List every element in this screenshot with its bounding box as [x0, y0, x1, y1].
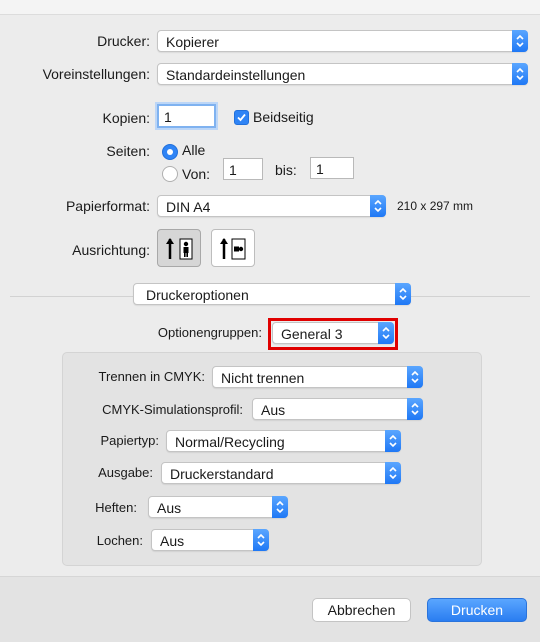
print-button[interactable]: Drucken — [427, 598, 527, 622]
paper-popup[interactable]: DIN A4 — [157, 195, 386, 217]
paper-value: DIN A4 — [166, 199, 211, 215]
duplex-checkbox[interactable] — [234, 110, 249, 125]
landscape-orientation-button[interactable] — [211, 229, 255, 267]
chevron-updown-icon — [512, 30, 528, 52]
option-popup-heften[interactable]: Aus — [148, 496, 288, 518]
option-label-lochen: Lochen: — [96, 533, 143, 548]
option-label-heften: Heften: — [95, 500, 137, 515]
paper-size-text: 210 x 297 mm — [397, 199, 474, 213]
highlight-frame — [268, 318, 398, 350]
option-label-ausgabe: Ausgabe: — [98, 465, 153, 480]
section-popup[interactable]: Druckeroptionen — [133, 283, 411, 305]
duplex-label: Beidseitig — [253, 109, 314, 125]
option-popup-lochen[interactable]: Aus — [151, 529, 269, 551]
copies-input[interactable]: 1 — [157, 104, 216, 128]
chevron-updown-icon — [385, 430, 401, 452]
pages-label: Seiten: — [106, 143, 150, 159]
printer-label: Drucker: — [97, 33, 150, 49]
pages-from-value: 1 — [229, 162, 237, 178]
pages-to-label: bis: — [275, 162, 297, 178]
cancel-button[interactable]: Abbrechen — [312, 598, 411, 622]
option-label-papiertyp: Papiertyp: — [100, 433, 159, 448]
option-value-papiertyp: Normal/Recycling — [175, 434, 285, 450]
landscape-orientation-icon — [220, 238, 246, 260]
presets-value: Standardeinstellungen — [166, 67, 306, 83]
dialog-top-edge — [0, 0, 540, 15]
option-label-trennen: Trennen in CMYK: — [98, 369, 205, 384]
pages-from-label: Von: — [182, 166, 211, 182]
pages-all-label: Alle — [182, 142, 206, 158]
option-groups-label: Optionengruppen: — [157, 325, 262, 340]
option-popup-papiertyp[interactable]: Normal/Recycling — [166, 430, 401, 452]
pages-from-input[interactable]: 1 — [223, 158, 263, 180]
chevron-updown-icon — [395, 283, 411, 305]
chevron-updown-icon — [272, 496, 288, 518]
portrait-orientation-icon — [166, 238, 193, 260]
option-popup-ausgabe[interactable]: Druckerstandard — [161, 462, 401, 484]
option-label-cmyk-profile: CMYK-Simulationsprofil: — [102, 402, 243, 417]
paper-label: Papierformat: — [65, 198, 150, 214]
option-value-trennen: Nicht trennen — [221, 370, 305, 386]
pages-all-radio[interactable] — [162, 144, 178, 160]
portrait-orientation-button[interactable] — [157, 229, 201, 267]
pages-to-value: 1 — [316, 161, 324, 177]
chevron-updown-icon — [385, 462, 401, 484]
printer-value: Kopierer — [166, 34, 219, 50]
option-value-heften: Aus — [157, 500, 182, 516]
option-value-cmyk-profile: Aus — [261, 402, 286, 418]
option-value-ausgabe: Druckerstandard — [170, 466, 274, 482]
presets-label: Voreinstellungen: — [42, 66, 150, 82]
copies-label: Kopien: — [102, 110, 150, 126]
chevron-updown-icon — [407, 398, 423, 420]
chevron-updown-icon — [512, 63, 528, 85]
copies-value: 1 — [164, 109, 172, 125]
pages-range-radio[interactable] — [162, 166, 178, 182]
option-popup-cmyk-profile[interactable]: Aus — [252, 398, 423, 420]
chevron-updown-icon — [407, 366, 423, 388]
printer-popup[interactable]: Kopierer — [157, 30, 528, 52]
orientation-label: Ausrichtung: — [72, 242, 150, 258]
chevron-updown-icon — [370, 195, 386, 217]
pages-to-input[interactable]: 1 — [310, 157, 354, 179]
checkmark-icon — [237, 113, 246, 122]
chevron-updown-icon — [253, 529, 269, 551]
option-popup-trennen[interactable]: Nicht trennen — [212, 366, 423, 388]
option-value-lochen: Aus — [160, 533, 185, 549]
print-dialog: Drucker: Kopierer Voreinstellungen: Stan… — [0, 0, 540, 642]
section-value: Druckeroptionen — [146, 287, 249, 303]
presets-popup[interactable]: Standardeinstellungen — [157, 63, 528, 85]
